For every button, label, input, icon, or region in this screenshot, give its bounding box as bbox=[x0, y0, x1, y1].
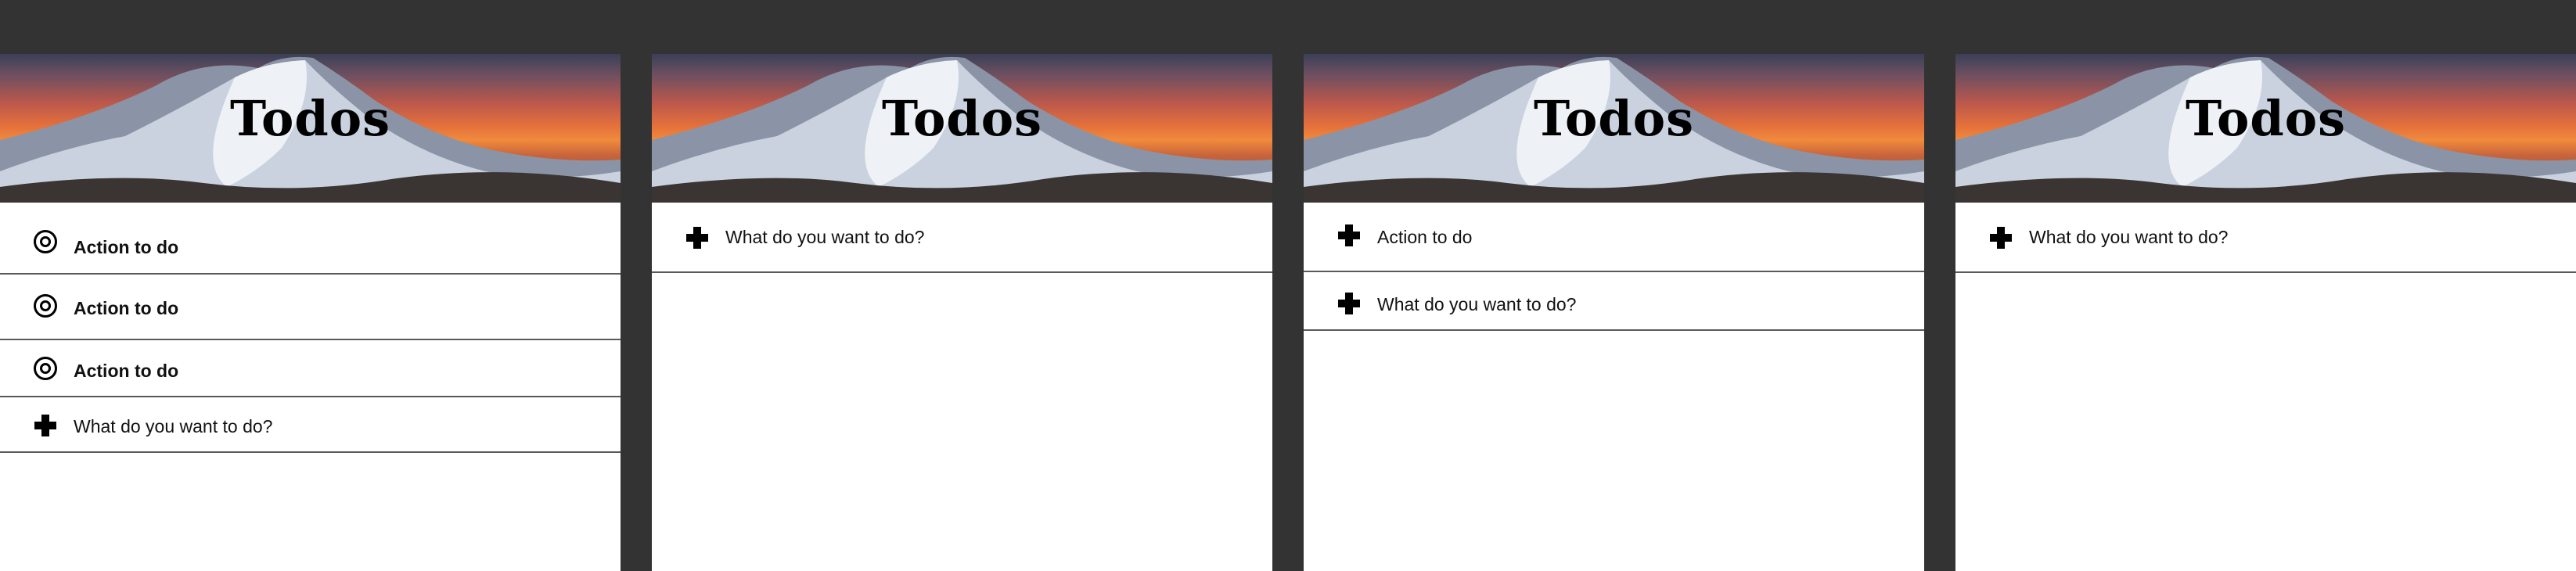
todo-item[interactable]: Action to do bbox=[1304, 203, 1924, 272]
todo-item[interactable]: Action to do bbox=[0, 275, 621, 340]
new-todo-row[interactable]: What do you want to do? bbox=[1955, 203, 2576, 273]
app-title: Todos bbox=[1534, 90, 1694, 147]
todo-list: What do you want to do? bbox=[1955, 203, 2576, 273]
todo-panel-1: Todos Action to do Action to do Action t… bbox=[0, 54, 621, 571]
mountain-banner: Todos bbox=[1304, 54, 1924, 203]
plus-icon[interactable] bbox=[682, 222, 713, 253]
screen: Todos Action to do Action to do Action t… bbox=[0, 0, 2576, 571]
todo-item-label: Action to do bbox=[74, 298, 179, 318]
mountain-banner: Todos bbox=[1955, 54, 2576, 203]
plus-icon[interactable] bbox=[1333, 220, 1365, 251]
target-circle-icon[interactable] bbox=[30, 226, 61, 257]
todo-item-label: Action to do bbox=[74, 237, 179, 257]
todo-list: Action to do What do you want to do? bbox=[1304, 203, 1924, 331]
plus-icon[interactable] bbox=[1333, 288, 1365, 319]
todo-list: What do you want to do? bbox=[652, 203, 1272, 273]
app-title: Todos bbox=[2186, 90, 2346, 147]
todo-item-label: Action to do bbox=[74, 361, 179, 381]
plus-icon[interactable] bbox=[30, 410, 61, 441]
target-circle-icon[interactable] bbox=[30, 290, 61, 321]
new-todo-row[interactable]: What do you want to do? bbox=[1304, 272, 1924, 331]
todo-list: Action to do Action to do Action to do W… bbox=[0, 203, 621, 453]
new-todo-row[interactable]: What do you want to do? bbox=[652, 203, 1272, 273]
todo-item[interactable]: Action to do bbox=[0, 340, 621, 397]
new-todo-input[interactable]: What do you want to do? bbox=[725, 227, 924, 248]
new-todo-row[interactable]: What do you want to do? bbox=[0, 397, 621, 453]
new-todo-input[interactable]: What do you want to do? bbox=[1377, 294, 1576, 315]
new-todo-input[interactable]: What do you want to do? bbox=[74, 416, 272, 437]
todo-panel-4: Todos What do you want to do? bbox=[1955, 54, 2576, 571]
app-title: Todos bbox=[230, 90, 390, 147]
todo-item[interactable]: Action to do bbox=[0, 203, 621, 275]
plus-icon[interactable] bbox=[1985, 222, 2017, 253]
todo-item-label: Action to do bbox=[1377, 227, 1473, 247]
target-circle-icon[interactable] bbox=[30, 353, 61, 384]
mountain-banner: Todos bbox=[0, 54, 621, 203]
mountain-banner: Todos bbox=[652, 54, 1272, 203]
todo-panel-2: Todos What do you want to do? bbox=[652, 54, 1272, 571]
app-title: Todos bbox=[882, 90, 1042, 147]
todo-panel-3: Todos Action to do What do you want to d… bbox=[1304, 54, 1924, 571]
new-todo-input[interactable]: What do you want to do? bbox=[2029, 227, 2228, 248]
